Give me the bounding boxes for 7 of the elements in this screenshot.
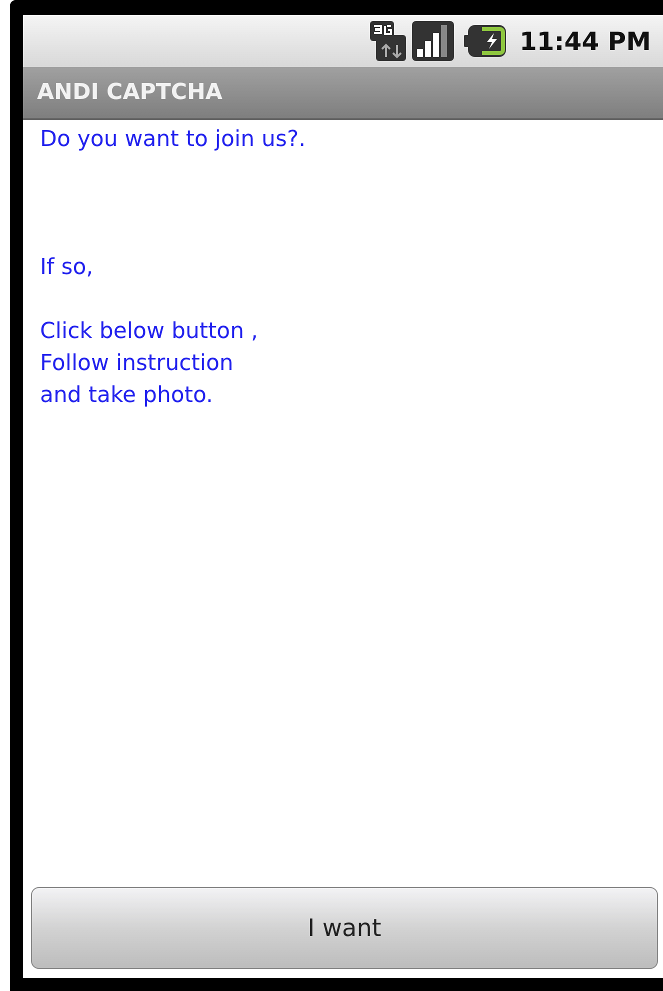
signal-icon (412, 21, 454, 61)
status-time: 11:44 PM (520, 26, 651, 56)
battery-charging-icon (464, 25, 506, 57)
network-3g-icon (370, 21, 406, 61)
i-want-button[interactable]: I want (31, 887, 658, 969)
app-title: ANDI CAPTCHA (37, 80, 222, 105)
message-text: Do you want to join us?. If so, Click below button , Follow instruction and take photo. (39, 126, 307, 410)
